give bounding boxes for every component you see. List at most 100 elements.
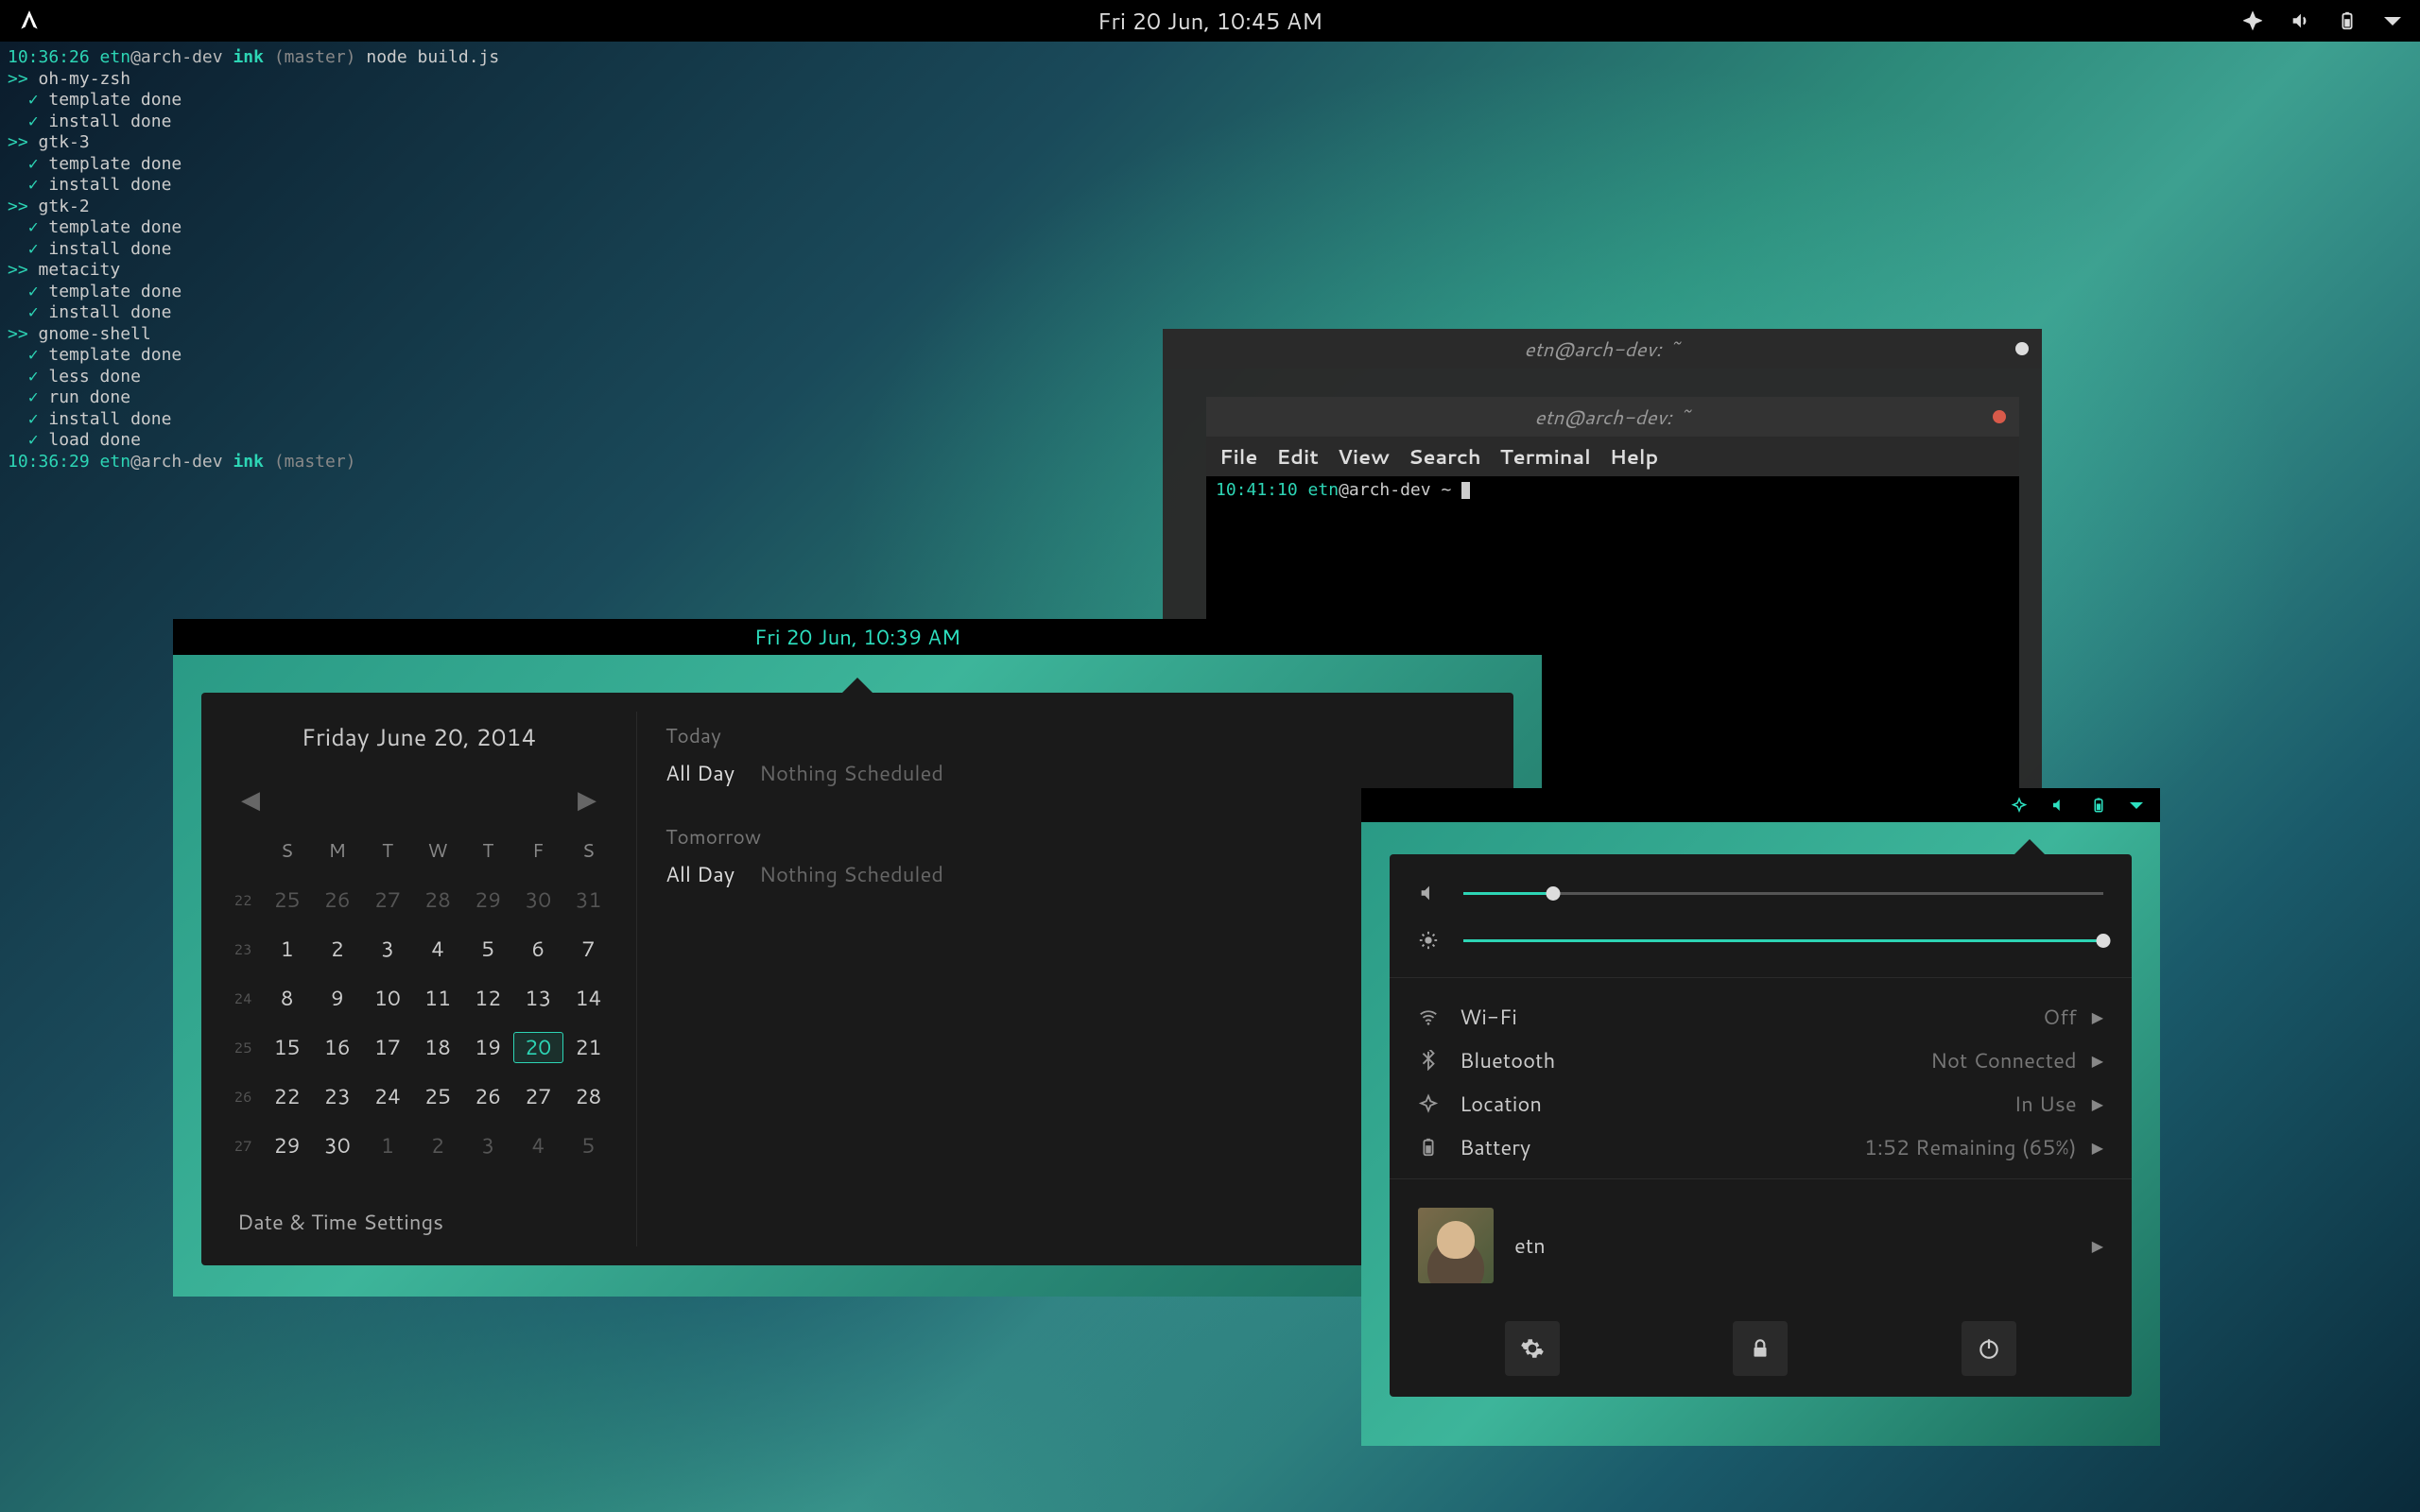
popup-arrow <box>2013 839 2047 856</box>
calendar-day[interactable]: 24 <box>362 1082 412 1111</box>
tray-caret-icon[interactable] <box>2130 802 2143 809</box>
system-item-bluetooth[interactable]: BluetoothNot Connected▶ <box>1418 1039 2103 1082</box>
chevron-right-icon: ▶ <box>2092 1137 2103 1159</box>
action-row <box>1418 1321 2103 1376</box>
chevron-right-icon: ▶ <box>2092 1006 2103 1028</box>
system-item-value: Not Connected <box>1930 1046 2077 1075</box>
calendar-next-icon[interactable]: ▶ <box>578 782 596 816</box>
terminal-titlebar[interactable]: etn@arch-dev: ~ <box>1163 329 2042 369</box>
calendar-day[interactable]: 28 <box>563 1082 614 1111</box>
calendar-day[interactable]: 25 <box>412 1082 462 1111</box>
terminal-output-line: ✓ run done <box>8 387 749 409</box>
calendar-day[interactable]: 10 <box>362 984 412 1013</box>
username-label: etn <box>1514 1231 1546 1261</box>
top-bar: Fri 20 Jun, 10:45 AM <box>0 0 2420 42</box>
calendar-day[interactable]: 8 <box>262 984 312 1013</box>
system-item-wifi[interactable]: Wi-Fi Off ▶ <box>1418 995 2103 1039</box>
calendar-day[interactable]: 2 <box>412 1131 462 1160</box>
calendar-day[interactable]: 26 <box>312 885 362 915</box>
window-close-icon[interactable] <box>2015 342 2029 355</box>
calendar-day[interactable]: 22 <box>262 1082 312 1111</box>
menu-item-view[interactable]: View <box>1338 442 1390 471</box>
calendar-day[interactable]: 23 <box>312 1082 362 1111</box>
system-item-battery[interactable]: Battery1:52 Remaining (65%)▶ <box>1418 1125 2103 1169</box>
terminal-output-line: ✓ template done <box>8 90 749 112</box>
menu-item-help[interactable]: Help <box>1610 442 1658 471</box>
system-menu-bar <box>1361 788 2160 822</box>
calendar-day[interactable]: 2 <box>312 935 362 964</box>
menu-item-file[interactable]: File <box>1219 442 1257 471</box>
calendar-day[interactable]: 31 <box>563 885 614 915</box>
calendar-day[interactable]: 27 <box>513 1082 563 1111</box>
weekday-header: T <box>362 837 412 864</box>
calendar-day[interactable]: 12 <box>463 984 513 1013</box>
calendar-day[interactable]: 6 <box>513 935 563 964</box>
activities-logo[interactable] <box>17 9 42 33</box>
calendar-day[interactable]: 3 <box>463 1131 513 1160</box>
calendar-day[interactable]: 9 <box>312 984 362 1013</box>
menu-item-terminal[interactable]: Terminal <box>1500 442 1591 471</box>
volume-slider[interactable] <box>1463 892 2103 895</box>
terminal-body[interactable]: 10:41:10 etn@arch-dev ~ <box>1206 476 2019 504</box>
calendar-day[interactable]: 17 <box>362 1033 412 1062</box>
calendar-day[interactable]: 30 <box>513 885 563 915</box>
battery-icon[interactable] <box>2090 797 2107 814</box>
user-row[interactable]: etn ▶ <box>1418 1208 2103 1283</box>
menu-item-search[interactable]: Search <box>1409 442 1481 471</box>
volume-icon[interactable] <box>2050 797 2067 814</box>
calendar-day[interactable]: 21 <box>563 1033 614 1062</box>
calendar-day[interactable]: 30 <box>312 1131 362 1160</box>
calendar-day[interactable]: 5 <box>563 1131 614 1160</box>
brightness-slider[interactable] <box>1463 939 2103 942</box>
location-icon[interactable] <box>2011 797 2028 814</box>
calendar-day[interactable]: 18 <box>412 1033 462 1062</box>
calendar-day[interactable]: 7 <box>563 935 614 964</box>
calendar-day[interactable]: 19 <box>463 1033 513 1062</box>
system-item-label: Bluetooth <box>1460 1046 1555 1075</box>
calendar-day[interactable]: 26 <box>463 1082 513 1111</box>
calendar-day[interactable]: 20 <box>513 1032 563 1063</box>
calendar-bar-clock[interactable]: Fri 20 Jun, 10:39 AM <box>754 623 960 652</box>
calendar-day[interactable]: 15 <box>262 1033 312 1062</box>
calendar-day[interactable]: 16 <box>312 1033 362 1062</box>
system-item-value: Off <box>2043 1003 2077 1032</box>
menu-item-edit[interactable]: Edit <box>1276 442 1319 471</box>
battery-icon[interactable] <box>2337 10 2358 31</box>
agenda-today-label: Today <box>666 721 1485 749</box>
calendar-prev-icon[interactable]: ◀ <box>241 782 260 816</box>
terminal-titlebar[interactable]: etn@arch-dev: ~ <box>1206 397 2019 437</box>
calendar-day[interactable]: 13 <box>513 984 563 1013</box>
calendar-day[interactable]: 27 <box>362 885 412 915</box>
location-icon[interactable] <box>2242 10 2263 31</box>
calendar-grid: SMTWTFS222526272829303123123456724891011… <box>224 826 614 1170</box>
calendar-day[interactable]: 3 <box>362 935 412 964</box>
calendar-day[interactable]: 11 <box>412 984 462 1013</box>
weekday-header: W <box>412 837 462 864</box>
terminal-output-line: ✓ install done <box>8 409 749 431</box>
terminal-output-line: >> gtk-3 <box>8 132 749 154</box>
window-close-icon[interactable] <box>1993 410 2006 423</box>
calendar-day[interactable]: 1 <box>262 935 312 964</box>
calendar-day[interactable]: 28 <box>412 885 462 915</box>
calendar-day[interactable]: 29 <box>262 1131 312 1160</box>
topbar-clock[interactable]: Fri 20 Jun, 10:45 AM <box>1098 5 1322 37</box>
calendar-day[interactable]: 4 <box>513 1131 563 1160</box>
calendar-day[interactable]: 4 <box>412 935 462 964</box>
settings-button[interactable] <box>1505 1321 1560 1376</box>
terminal-prompt-line: 10:36:26 etn@arch-dev ink (master) node … <box>8 47 749 69</box>
calendar-day[interactable]: 14 <box>563 984 614 1013</box>
tray-caret-icon[interactable] <box>2384 17 2401 26</box>
terminal-output-line: ✓ template done <box>8 154 749 176</box>
system-item-label: Wi-Fi <box>1460 1003 1517 1032</box>
system-item-location[interactable]: LocationIn Use▶ <box>1418 1082 2103 1125</box>
calendar-day[interactable]: 25 <box>262 885 312 915</box>
lock-button[interactable] <box>1733 1321 1788 1376</box>
calendar-day[interactable]: 29 <box>463 885 513 915</box>
calendar-day[interactable]: 1 <box>362 1131 412 1160</box>
date-time-settings-link[interactable]: Date & Time Settings <box>224 1170 614 1246</box>
power-button[interactable] <box>1962 1321 2016 1376</box>
volume-icon[interactable] <box>2290 10 2310 31</box>
agenda-allday-label: All Day <box>666 860 735 889</box>
calendar-day[interactable]: 5 <box>463 935 513 964</box>
terminal-output-line: ✓ template done <box>8 345 749 367</box>
